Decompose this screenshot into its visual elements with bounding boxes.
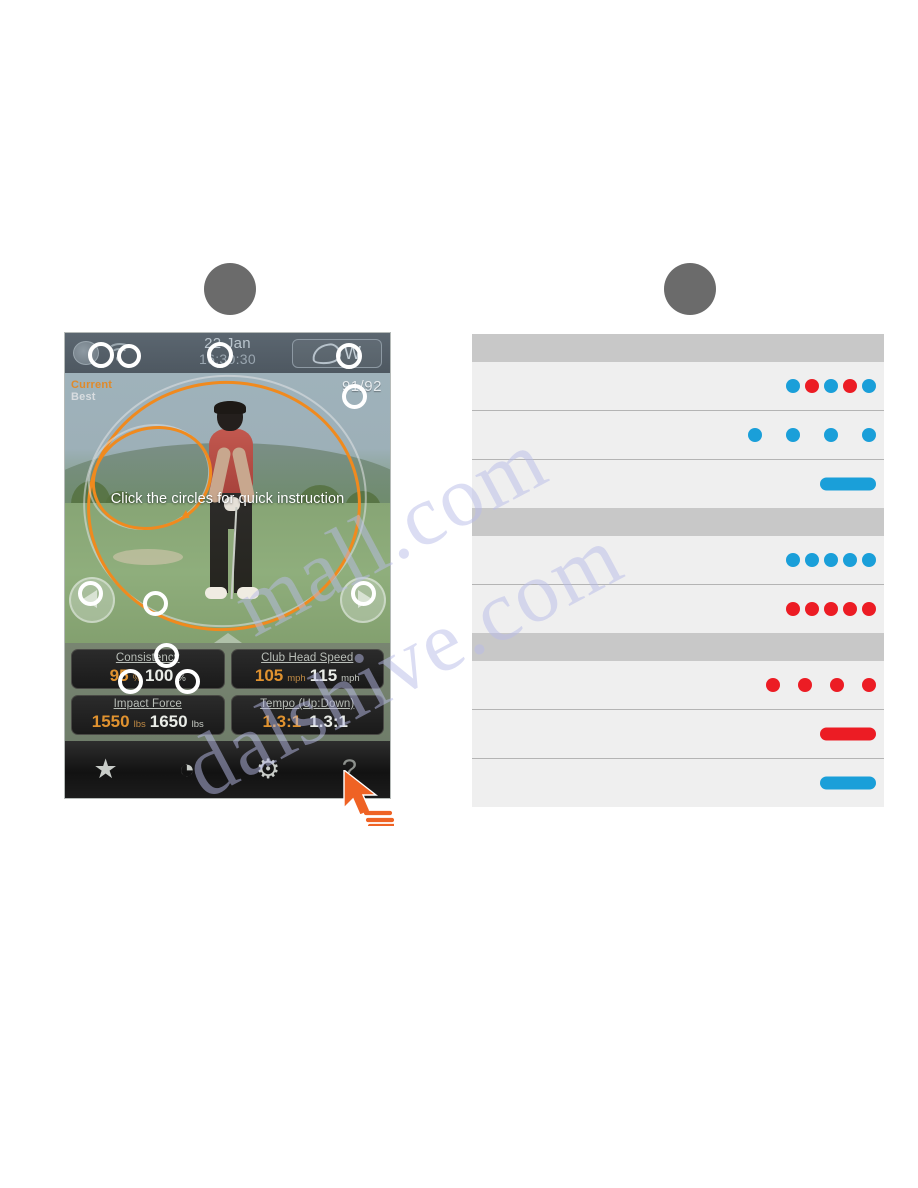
rating-indicator-group bbox=[781, 379, 876, 393]
swing-video-view[interactable]: Current Best 91/92 Click the circles for… bbox=[65, 373, 390, 643]
rating-dot bbox=[748, 428, 762, 442]
stat-best-unit: lbs bbox=[191, 719, 204, 730]
gear-glyph: ⚙ bbox=[256, 754, 281, 784]
table-row[interactable] bbox=[472, 536, 884, 584]
hotspot-ring-club[interactable] bbox=[336, 343, 362, 369]
gear-icon[interactable]: ⚙ bbox=[248, 750, 288, 790]
stat-card-consistency[interactable]: Consistency 95% 100% bbox=[71, 649, 225, 689]
help-icon[interactable]: ? bbox=[329, 750, 369, 790]
stat-best-value: 1.3:1 bbox=[309, 712, 348, 731]
rating-dot bbox=[766, 678, 780, 692]
stat-best-value: 115 bbox=[309, 666, 338, 685]
stat-current-unit: lbs bbox=[133, 719, 146, 730]
hotspot-ring-prev[interactable] bbox=[78, 581, 103, 606]
rating-indicator-group bbox=[781, 553, 876, 567]
star-icon[interactable]: ★ bbox=[86, 750, 126, 790]
rating-dot bbox=[843, 602, 857, 616]
rating-indicator-group bbox=[748, 678, 876, 692]
rating-dot bbox=[786, 553, 800, 567]
stat-current-value: 1550 bbox=[91, 712, 130, 731]
clock-glyph: ◔ bbox=[178, 754, 196, 784]
hotspot-ring-stat-best[interactable] bbox=[175, 669, 200, 694]
hotspot-ring-stat-current[interactable] bbox=[118, 669, 143, 694]
stat-card-tempo[interactable]: Tempo (Up:Down) 1.3:1 1.3:1 bbox=[230, 695, 384, 735]
rating-dot bbox=[824, 428, 838, 442]
rating-dot bbox=[862, 678, 876, 692]
phone-screenshot: 22 Jan 16:30:30 W Current Best 91/92 Cli… bbox=[65, 333, 390, 798]
rating-pill bbox=[820, 727, 876, 741]
rating-dot bbox=[798, 678, 812, 692]
rating-dot bbox=[805, 379, 819, 393]
table-group-header bbox=[472, 334, 884, 362]
rating-indicator-group bbox=[724, 428, 876, 442]
data-table bbox=[472, 334, 884, 807]
swing-legend: Current Best bbox=[71, 379, 112, 403]
table-row[interactable] bbox=[472, 661, 884, 709]
rating-dot bbox=[805, 602, 819, 616]
stat-best-unit: mph bbox=[341, 673, 360, 684]
stat-title: Club Head Speed bbox=[261, 652, 354, 664]
callout-circle-left bbox=[204, 263, 256, 315]
rating-dot bbox=[830, 678, 844, 692]
hotspot-ring-datetime[interactable] bbox=[207, 342, 233, 368]
rating-indicator-group bbox=[815, 727, 876, 741]
rating-dot bbox=[824, 602, 838, 616]
stat-current-unit: mph bbox=[287, 673, 306, 684]
bottom-toolbar: ★ ◔ ⚙ ? bbox=[65, 741, 390, 798]
stats-panel: Consistency 95% 100% Club Head Speed 105… bbox=[65, 643, 390, 741]
rating-dot bbox=[862, 379, 876, 393]
stat-card-impact-force[interactable]: Impact Force 1550 lbs 1650 lbs bbox=[71, 695, 225, 735]
rating-indicator-group bbox=[815, 477, 876, 491]
rating-dot bbox=[786, 379, 800, 393]
hotspot-ring-trace[interactable] bbox=[143, 591, 168, 616]
help-glyph: ? bbox=[341, 754, 357, 784]
clock-icon[interactable]: ◔ bbox=[167, 750, 207, 790]
table-row[interactable] bbox=[472, 758, 884, 807]
instruction-text: Click the circles for quick instruction bbox=[110, 491, 345, 507]
stat-best-value: 1650 bbox=[149, 712, 188, 731]
stat-current-value: 105 bbox=[254, 666, 284, 685]
callout-circle-right bbox=[664, 263, 716, 315]
rating-indicator-group bbox=[781, 602, 876, 616]
hotspot-ring-stat-title[interactable] bbox=[154, 643, 179, 668]
stat-title: Tempo (Up:Down) bbox=[260, 698, 355, 710]
rating-dot bbox=[824, 379, 838, 393]
table-row[interactable] bbox=[472, 362, 884, 410]
stat-best-value: 100 bbox=[145, 666, 174, 685]
hotspot-ring-wifi[interactable] bbox=[117, 344, 141, 368]
hotspot-ring-disc[interactable] bbox=[88, 342, 114, 368]
legend-current-label: Current bbox=[71, 379, 113, 391]
rating-dot bbox=[786, 428, 800, 442]
table-row[interactable] bbox=[472, 584, 884, 633]
rating-pill bbox=[820, 776, 876, 790]
rating-indicator-group bbox=[815, 776, 876, 790]
stat-values: 1.3:1 1.3:1 bbox=[263, 712, 353, 732]
stat-title: Impact Force bbox=[113, 698, 182, 710]
table-group-header bbox=[472, 633, 884, 661]
rating-dot bbox=[805, 553, 819, 567]
rating-dot bbox=[786, 602, 800, 616]
hotspot-ring-score[interactable] bbox=[342, 384, 367, 409]
stat-values: 1550 lbs 1650 lbs bbox=[92, 712, 204, 732]
legend-best-label: Best bbox=[71, 391, 96, 404]
hotspot-ring-next[interactable] bbox=[351, 581, 376, 606]
table-group-header bbox=[472, 508, 884, 536]
rating-pill bbox=[820, 477, 876, 491]
star-glyph: ★ bbox=[93, 754, 118, 784]
table-row[interactable] bbox=[472, 459, 884, 508]
stat-values: 105 mph 115 mph bbox=[255, 666, 360, 686]
table-row[interactable] bbox=[472, 709, 884, 758]
stat-current-value: 1.3:1 bbox=[262, 712, 302, 731]
rating-dot bbox=[862, 428, 876, 442]
rating-dot bbox=[862, 553, 876, 567]
rating-dot bbox=[843, 379, 857, 393]
rating-dot bbox=[862, 602, 876, 616]
table-row[interactable] bbox=[472, 410, 884, 459]
rating-dot bbox=[824, 553, 838, 567]
stat-card-club-head-speed[interactable]: Club Head Speed 105 mph 115 mph bbox=[230, 649, 384, 689]
rating-dot bbox=[843, 553, 857, 567]
scrub-handle-icon[interactable] bbox=[213, 633, 242, 643]
